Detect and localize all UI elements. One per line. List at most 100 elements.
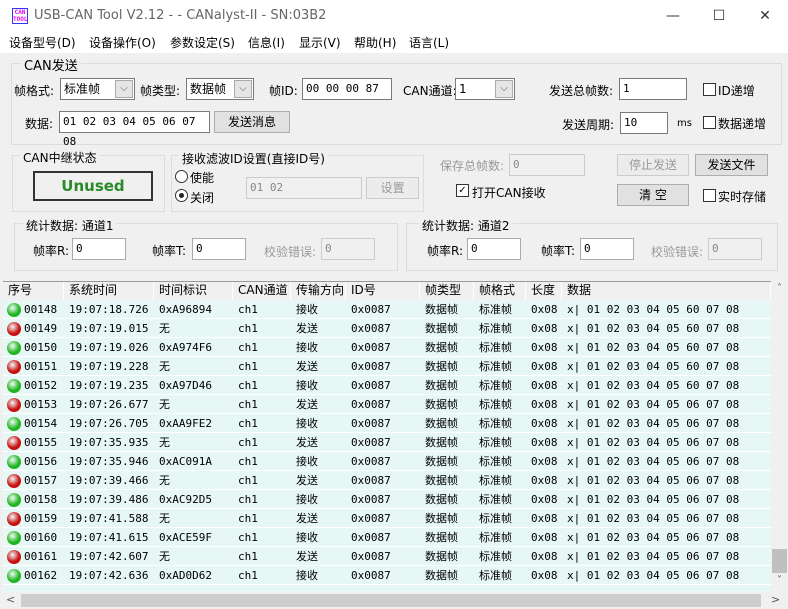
column-header-length[interactable]: 长度 [526,282,562,300]
minimize-button[interactable]: — [650,0,696,32]
cell-id: 0x0087 [351,531,391,544]
realtime-save-label: 实时存储 [718,190,767,204]
cell-id: 0x0087 [351,379,391,392]
cell-system-time: 19:07:41.615 [69,531,149,544]
column-header-system-time[interactable]: 系统时间 [64,282,154,300]
frame-format-select[interactable]: 标准帧 ⌵ [60,78,135,100]
column-header-frame-type[interactable]: 帧类型 [420,282,474,300]
menu-display[interactable]: 显示(V) [299,34,341,51]
column-header-timestamp[interactable]: 时间标识 [154,282,233,300]
cell-id: 0x0087 [351,512,391,525]
scroll-right-icon[interactable]: > [771,593,780,606]
app-logo-icon: CAN TOOL [12,8,28,24]
cell-system-time: 19:07:19.015 [69,322,149,335]
filter-enable-label: 使能 [190,171,215,185]
cell-id: 0x0087 [351,303,391,316]
cell-seq: 00154 [24,417,58,430]
filter-disable-radio[interactable] [175,189,188,202]
send-message-button[interactable]: 发送消息 [214,111,290,133]
cell-channel: ch1 [238,474,258,487]
cell-system-time: 19:07:26.677 [69,398,149,411]
menu-help[interactable]: 帮助(H) [354,34,396,51]
scroll-down-icon[interactable]: ˅ [771,575,788,586]
channel-select[interactable]: 1 ⌵ [455,78,515,100]
cell-seq: 00148 [24,303,58,316]
filter-label: 接收滤波ID设置(直接ID号) [179,150,328,167]
cell-seq: 00149 [24,322,58,335]
ch1-rate-t: 0 [192,238,246,260]
close-button[interactable]: ✕ [742,0,788,32]
maximize-button[interactable]: ☐ [696,0,742,32]
cell-id: 0x0087 [351,436,391,449]
cell-channel: ch1 [238,398,258,411]
data-increment-checkbox[interactable] [703,116,716,129]
cell-id: 0x0087 [351,550,391,563]
filter-set-button[interactable]: 设置 [366,177,419,199]
cell-length: 0x08 [531,322,558,335]
cell-frame-type: 数据帧 [425,474,458,487]
cell-length: 0x08 [531,417,558,430]
realtime-save-checkbox[interactable] [703,189,716,202]
chevron-down-icon: ⌵ [234,80,252,98]
cell-length: 0x08 [531,531,558,544]
column-header-frame-format[interactable]: 帧格式 [474,282,526,300]
id-increment-checkbox[interactable] [703,83,716,96]
cell-timestamp: 无 [159,436,170,449]
menu-info[interactable]: 信息(I) [248,34,285,51]
cell-id: 0x0087 [351,341,391,354]
cell-direction: 发送 [296,436,318,449]
cell-channel: ch1 [238,512,258,525]
cell-system-time: 19:07:19.026 [69,341,149,354]
clear-button[interactable]: 清 空 [617,184,689,206]
cell-direction: 接收 [296,303,318,316]
scroll-up-icon[interactable]: ˄ [771,283,788,294]
cell-seq: 00160 [24,531,58,544]
message-list[interactable]: 序号 系统时间 时间标识 CAN通道 传输方向 ID号 帧类型 帧格式 长度 数据 00148 19:… [3,281,771,592]
menu-device-model[interactable]: 设备型号(D) [9,34,76,51]
cell-frame-format: 标准帧 [479,569,512,582]
send-file-button[interactable]: 发送文件 [695,154,768,176]
cell-frame-format: 标准帧 [479,436,512,449]
column-header-id[interactable]: ID号 [346,282,420,300]
horizontal-scrollbar[interactable]: < > [3,592,788,609]
vertical-scroll-thumb[interactable] [772,549,787,573]
cell-direction: 接收 [296,417,318,430]
cell-data: x| 01 02 03 04 05 60 07 08 [567,303,740,316]
ch2-rate-r-label: 帧率R: [427,244,464,258]
cell-frame-format: 标准帧 [479,322,512,335]
relay-status: Unused [33,171,153,201]
cell-frame-type: 数据帧 [425,550,458,563]
stop-send-button[interactable]: 停止发送 [617,154,689,176]
frame-id-input[interactable]: 00 00 00 87 [302,78,392,100]
cell-id: 0x0087 [351,322,391,335]
cell-frame-type: 数据帧 [425,360,458,373]
horizontal-scroll-thumb[interactable] [21,594,761,607]
cell-frame-format: 标准帧 [479,493,512,506]
cell-seq: 00150 [24,341,58,354]
data-input[interactable]: 01 02 03 04 05 06 07 08 [59,111,210,148]
cell-timestamp: 0xAD0D62 [159,569,212,582]
frame-type-select[interactable]: 数据帧 ⌵ [186,78,254,100]
column-header-direction[interactable]: 传输方向 [291,282,346,300]
total-frames-input[interactable]: 1 [619,78,687,100]
open-receive-checkbox[interactable]: ✓ [456,184,469,197]
column-header-data[interactable]: 数据 [562,282,771,300]
column-header-seq[interactable]: 序号 [3,282,64,300]
cell-frame-type: 数据帧 [425,398,458,411]
cell-frame-type: 数据帧 [425,493,458,506]
column-header-channel[interactable]: CAN通道 [233,282,291,300]
chevron-down-icon: ⌵ [495,80,513,98]
vertical-scrollbar[interactable]: ˄ ˅ [771,281,788,592]
scroll-left-icon[interactable]: < [6,593,15,606]
cell-direction: 接收 [296,341,318,354]
period-input[interactable]: 10 [620,112,668,134]
cell-frame-type: 数据帧 [425,512,458,525]
menu-device-operation[interactable]: 设备操作(O) [89,34,156,51]
cell-frame-format: 标准帧 [479,417,512,430]
cell-frame-format: 标准帧 [479,303,512,316]
menu-parameters[interactable]: 参数设定(S) [170,34,235,51]
filter-enable-radio[interactable] [175,170,188,183]
cell-frame-format: 标准帧 [479,455,512,468]
menu-language[interactable]: 语言(L) [409,34,449,51]
filter-ids-input[interactable]: 01 02 [246,177,362,199]
